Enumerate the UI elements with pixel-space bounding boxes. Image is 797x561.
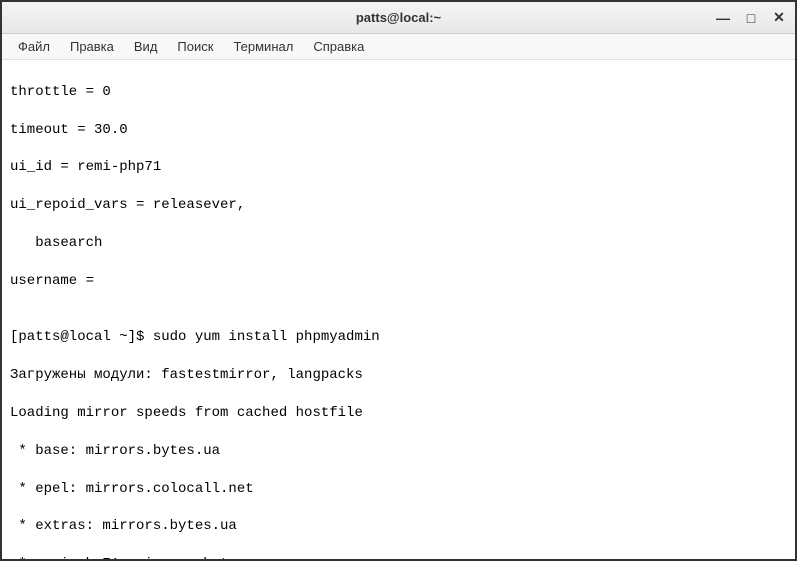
titlebar-controls: — □ ✕ xyxy=(715,10,787,26)
terminal-line: timeout = 30.0 xyxy=(10,121,787,140)
terminal-line: username = xyxy=(10,272,787,291)
terminal-line: ui_repoid_vars = releasever, xyxy=(10,196,787,215)
terminal-line: [patts@local ~]$ sudo yum install phpmya… xyxy=(10,328,787,347)
titlebar: patts@local:~ — □ ✕ xyxy=(2,2,795,34)
menu-file[interactable]: Файл xyxy=(10,37,58,56)
terminal-line: basearch xyxy=(10,234,787,253)
terminal-line: * remi-php71: mirrors.bytes.ua xyxy=(10,555,787,559)
menubar: Файл Правка Вид Поиск Терминал Справка xyxy=(2,34,795,60)
terminal-line: * epel: mirrors.colocall.net xyxy=(10,480,787,499)
terminal-window: patts@local:~ — □ ✕ Файл Правка Вид Поис… xyxy=(0,0,797,561)
menu-view[interactable]: Вид xyxy=(126,37,166,56)
terminal-line: throttle = 0 xyxy=(10,83,787,102)
terminal-line: ui_id = remi-php71 xyxy=(10,158,787,177)
menu-terminal[interactable]: Терминал xyxy=(225,37,301,56)
menu-search[interactable]: Поиск xyxy=(169,37,221,56)
terminal-line: * base: mirrors.bytes.ua xyxy=(10,442,787,461)
close-button[interactable]: ✕ xyxy=(771,10,787,26)
menu-help[interactable]: Справка xyxy=(305,37,372,56)
maximize-button[interactable]: □ xyxy=(743,10,759,26)
terminal-line: Loading mirror speeds from cached hostfi… xyxy=(10,404,787,423)
terminal-line: Загружены модули: fastestmirror, langpac… xyxy=(10,366,787,385)
minimize-button[interactable]: — xyxy=(715,10,731,26)
window-title: patts@local:~ xyxy=(356,10,441,25)
menu-edit[interactable]: Правка xyxy=(62,37,122,56)
terminal-content[interactable]: throttle = 0 timeout = 30.0 ui_id = remi… xyxy=(2,60,795,559)
terminal-line: * extras: mirrors.bytes.ua xyxy=(10,517,787,536)
